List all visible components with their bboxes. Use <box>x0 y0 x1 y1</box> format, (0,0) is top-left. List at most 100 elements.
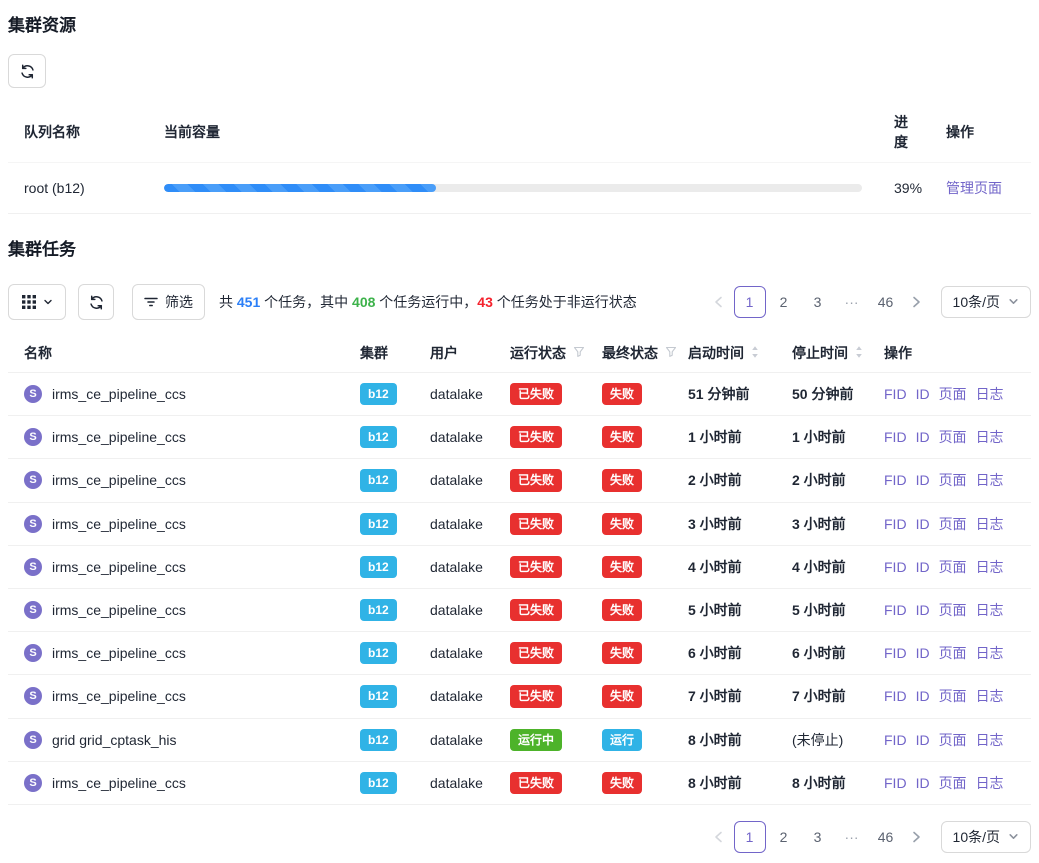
spark-avatar: S <box>24 774 42 792</box>
summary-text: 个任务，其中 <box>260 294 352 310</box>
action-link-log[interactable]: 日志 <box>976 732 1004 748</box>
col-stop-time[interactable]: 停止时间 <box>776 334 868 373</box>
pagination-page-46[interactable]: 46 <box>870 821 902 853</box>
action-link-fid[interactable]: FID <box>884 602 907 618</box>
action-link-id[interactable]: ID <box>916 602 930 618</box>
action-link-fid[interactable]: FID <box>884 775 907 791</box>
action-link-id[interactable]: ID <box>916 386 930 402</box>
action-link-fid[interactable]: FID <box>884 472 907 488</box>
run-status-cell: 运行中 <box>494 718 586 761</box>
action-link-page[interactable]: 页面 <box>939 602 967 618</box>
pagination-page-46[interactable]: 46 <box>870 286 902 318</box>
stop-time-cell: (未停止) <box>776 718 868 761</box>
action-link-fid[interactable]: FID <box>884 732 907 748</box>
stop-time-value: 3 小时前 <box>792 516 846 532</box>
pagination-prev-button[interactable] <box>705 821 733 853</box>
pagination-page-1[interactable]: 1 <box>734 821 766 853</box>
filter-funnel-icon[interactable] <box>665 345 677 361</box>
col-stop-time-label: 停止时间 <box>792 343 848 363</box>
action-link-page[interactable]: 页面 <box>939 429 967 445</box>
manage-page-link[interactable]: 管理页面 <box>946 180 1002 196</box>
chevron-down-icon <box>1008 294 1019 310</box>
stop-time-value: 7 小时前 <box>792 688 846 704</box>
pagination-page-1[interactable]: 1 <box>734 286 766 318</box>
action-link-log[interactable]: 日志 <box>976 775 1004 791</box>
summary-text: 共 <box>219 294 237 310</box>
action-link-id[interactable]: ID <box>916 516 930 532</box>
page-size-select[interactable]: 10条/页 <box>941 821 1031 853</box>
col-actions: 操作 <box>868 334 1031 373</box>
task-actions-cell: FID ID 页面日志 <box>868 718 1031 761</box>
action-link-id[interactable]: ID <box>916 559 930 575</box>
pagination-page-3[interactable]: 3 <box>802 821 834 853</box>
page-size-select[interactable]: 10条/页 <box>941 286 1031 318</box>
action-link-page[interactable]: 页面 <box>939 386 967 402</box>
pagination-page-2[interactable]: 2 <box>768 286 800 318</box>
action-link-fid[interactable]: FID <box>884 559 907 575</box>
action-link-page[interactable]: 页面 <box>939 472 967 488</box>
start-time-cell: 3 小时前 <box>672 502 776 545</box>
action-link-page[interactable]: 页面 <box>939 688 967 704</box>
pagination-ellipsis[interactable]: ··· <box>836 821 868 853</box>
pagination-page-3[interactable]: 3 <box>802 286 834 318</box>
action-link-page[interactable]: 页面 <box>939 775 967 791</box>
pagination-next-button[interactable] <box>903 821 931 853</box>
filter-button-label: 筛选 <box>165 292 193 312</box>
task-actions-cell: FID ID 页面日志 <box>868 545 1031 588</box>
action-link-log[interactable]: 日志 <box>976 516 1004 532</box>
action-link-id[interactable]: ID <box>916 775 930 791</box>
action-link-page[interactable]: 页面 <box>939 516 967 532</box>
spark-avatar: S <box>24 601 42 619</box>
sorter-icon[interactable] <box>855 345 863 362</box>
action-link-fid[interactable]: FID <box>884 688 907 704</box>
action-link-fid[interactable]: FID <box>884 429 907 445</box>
action-link-log[interactable]: 日志 <box>976 559 1004 575</box>
filter-button[interactable]: 筛选 <box>132 284 205 320</box>
final-status-badge: 失败 <box>602 685 642 707</box>
action-link-page[interactable]: 页面 <box>939 559 967 575</box>
col-start-time[interactable]: 启动时间 <box>672 334 776 373</box>
pagination-page-2[interactable]: 2 <box>768 821 800 853</box>
filter-funnel-icon[interactable] <box>573 345 585 361</box>
table-row: Sirms_ce_pipeline_ccsb12datalake已失败失败5 小… <box>8 588 1031 631</box>
action-link-log[interactable]: 日志 <box>976 602 1004 618</box>
action-link-fid[interactable]: FID <box>884 516 907 532</box>
final-status-cell: 失败 <box>586 761 672 804</box>
table-row: Sirms_ce_pipeline_ccsb12datalake已失败失败8 小… <box>8 761 1031 804</box>
tasks-summary: 共 451 个任务，其中 408 个任务运行中，43 个任务处于非运行状态 <box>219 292 637 312</box>
resources-refresh-button[interactable] <box>8 54 46 88</box>
action-link-log[interactable]: 日志 <box>976 386 1004 402</box>
action-link-log[interactable]: 日志 <box>976 645 1004 661</box>
stop-time-value: 8 小时前 <box>792 775 846 791</box>
action-link-id[interactable]: ID <box>916 645 930 661</box>
column-settings-dropdown-button[interactable] <box>8 284 66 320</box>
task-name-wrap: Sirms_ce_pipeline_ccs <box>24 644 328 662</box>
action-link-id[interactable]: ID <box>916 472 930 488</box>
task-name-wrap: Sirms_ce_pipeline_ccs <box>24 515 328 533</box>
stop-time-cell: 2 小时前 <box>776 459 868 502</box>
action-link-page[interactable]: 页面 <box>939 645 967 661</box>
tasks-refresh-button[interactable] <box>78 284 114 320</box>
top-pagination: 123···46 10条/页 <box>705 286 1031 318</box>
action-link-page[interactable]: 页面 <box>939 732 967 748</box>
start-time-value: 4 小时前 <box>688 559 742 575</box>
action-link-id[interactable]: ID <box>916 688 930 704</box>
task-name: irms_ce_pipeline_ccs <box>52 775 186 791</box>
pagination-ellipsis[interactable]: ··· <box>836 286 868 318</box>
pagination-next-button[interactable] <box>903 286 931 318</box>
run-status-cell: 已失败 <box>494 459 586 502</box>
action-link-id[interactable]: ID <box>916 429 930 445</box>
action-link-fid[interactable]: FID <box>884 645 907 661</box>
pagination-prev-button[interactable] <box>705 286 733 318</box>
action-link-log[interactable]: 日志 <box>976 688 1004 704</box>
run-status-cell: 已失败 <box>494 545 586 588</box>
sorter-icon[interactable] <box>751 345 759 362</box>
chevron-right-icon <box>912 296 921 308</box>
table-row: Sirms_ce_pipeline_ccsb12datalake已失败失败51 … <box>8 373 1031 416</box>
action-link-id[interactable]: ID <box>916 732 930 748</box>
final-status-badge: 失败 <box>602 556 642 578</box>
start-time-cell: 6 小时前 <box>672 632 776 675</box>
action-link-fid[interactable]: FID <box>884 386 907 402</box>
action-link-log[interactable]: 日志 <box>976 472 1004 488</box>
action-link-log[interactable]: 日志 <box>976 429 1004 445</box>
